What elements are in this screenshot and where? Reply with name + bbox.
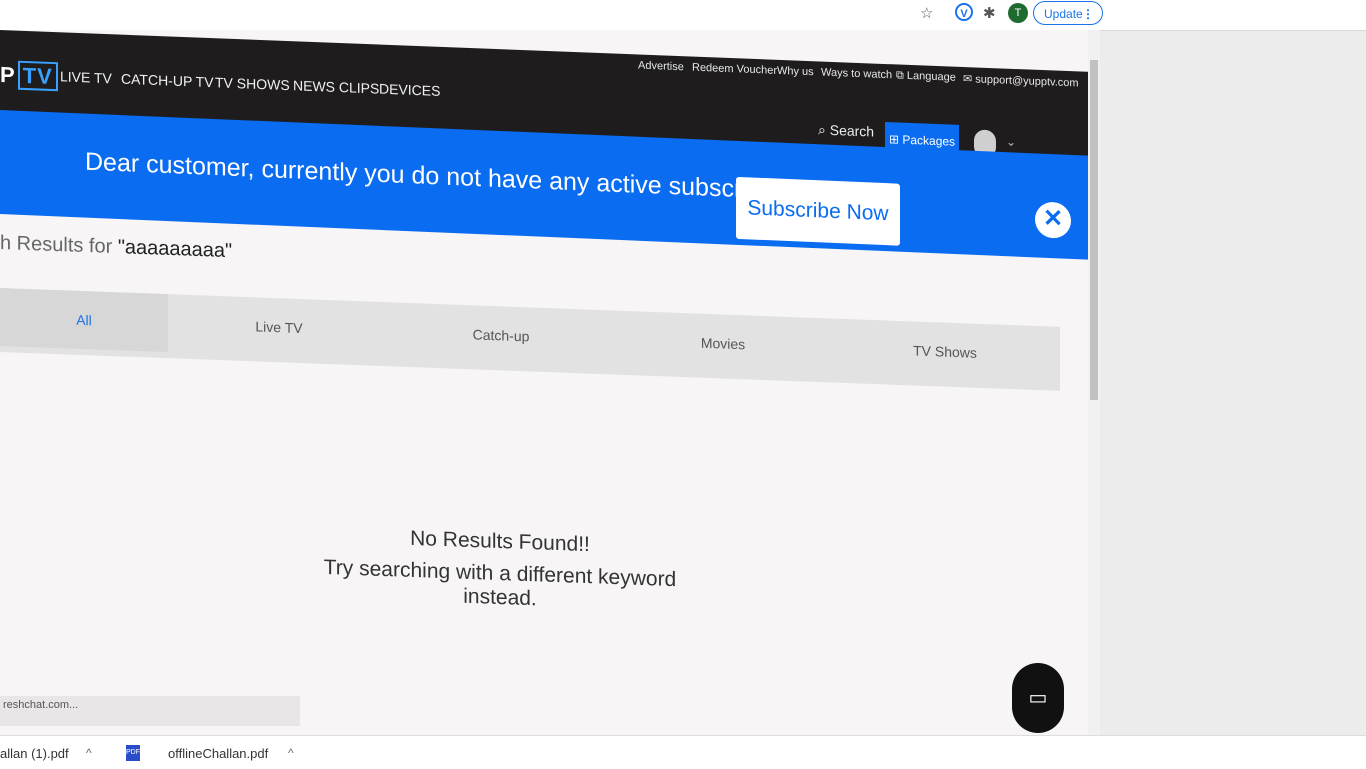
empty-hint: Try searching with a different keyword i… (323, 555, 677, 611)
search-query: "aaaaaaaaa" (117, 236, 233, 263)
bookmark-star-icon[interactable]: ☆ (920, 4, 933, 22)
chevron-down-icon[interactable]: ⌄ (1006, 135, 1016, 149)
link-ways-to-watch[interactable]: Ways to watch (821, 67, 892, 82)
search-link[interactable]: ⌕ Search (818, 121, 874, 140)
link-advertise[interactable]: Advertise (638, 60, 684, 74)
results-heading: h Results for "aaaaaaaaa" (0, 232, 232, 263)
link-language[interactable]: ⧉ Language (896, 69, 956, 84)
logo-p: P (0, 62, 16, 88)
nav-catch-up-tv[interactable]: CATCH-UP TV (121, 71, 214, 91)
pdf-file-icon: PDF (126, 745, 140, 761)
download-item-2[interactable]: offlineChallan.pdf (168, 746, 268, 761)
status-bar-url: reshchat.com... (0, 696, 300, 726)
chevron-up-icon[interactable]: ^ (86, 746, 92, 760)
browser-toolbar: ☆ V ✱ T Update ⋮ (0, 0, 1366, 31)
tab-movies[interactable]: Movies (612, 310, 834, 376)
nav-live-tv[interactable]: LIVE TV (60, 68, 112, 86)
update-label: Update (1044, 7, 1083, 21)
nav-news-clips[interactable]: NEWS CLIPS (293, 77, 379, 96)
results-prefix: h Results for (0, 232, 118, 259)
gift-icon: ⊞ (888, 132, 903, 147)
extension-v-icon[interactable]: V (955, 3, 973, 21)
tab-tv-shows[interactable]: TV Shows (834, 319, 1056, 385)
language-label: Language (906, 69, 956, 84)
download-shelf: allan (1).pdf ^ PDF offlineChallan.pdf ^ (0, 735, 1366, 769)
close-banner-icon[interactable]: ✕ (1035, 201, 1071, 239)
link-support-email[interactable]: ✉ support@yupptv.com (963, 72, 1079, 89)
tab-catch-up[interactable]: Catch-up (390, 302, 612, 368)
subscribe-now-button[interactable]: Subscribe Now (736, 176, 900, 246)
extensions-puzzle-icon[interactable]: ✱ (983, 4, 996, 22)
profile-avatar[interactable]: T (1008, 3, 1028, 23)
support-email-label: support@yupptv.com (975, 73, 1079, 90)
page-viewport: P TV Advertise Redeem Voucher Why us Ways… (0, 30, 1100, 768)
nav-devices[interactable]: DEVICES (379, 81, 440, 99)
update-button[interactable]: Update ⋮ (1033, 1, 1103, 25)
tab-live-tv[interactable]: Live TV (168, 294, 390, 360)
chat-widget-icon[interactable]: ▭ (1012, 663, 1064, 733)
link-redeem-voucher[interactable]: Redeem Voucher (692, 62, 777, 77)
empty-state: No Results Found!! Try searching with a … (300, 523, 700, 617)
chevron-up-icon[interactable]: ^ (288, 746, 294, 760)
language-icon: ⧉ (896, 69, 907, 82)
page-scrollbar[interactable] (1088, 30, 1100, 768)
logo-tv: TV (17, 60, 58, 92)
results-tabs: All Live TV Catch-up Movies TV Shows (0, 288, 1060, 391)
packages-label: Packages (902, 132, 956, 149)
menu-dots-icon: ⋮ (1082, 7, 1094, 21)
link-why-us[interactable]: Why us (777, 65, 814, 78)
scroll-thumb[interactable] (1090, 60, 1098, 400)
nav-tv-shows[interactable]: TV SHOWS (215, 74, 290, 93)
banner-message: Dear customer, currently you do not have… (85, 147, 815, 207)
tab-all[interactable]: All (0, 288, 168, 353)
site-logo[interactable]: P TV (0, 60, 58, 92)
search-label: Search (829, 121, 875, 140)
empty-title: No Results Found!! (410, 526, 590, 557)
mail-icon: ✉ (963, 72, 976, 86)
search-icon: ⌕ (818, 121, 830, 138)
download-item-1[interactable]: allan (1).pdf (0, 746, 69, 761)
